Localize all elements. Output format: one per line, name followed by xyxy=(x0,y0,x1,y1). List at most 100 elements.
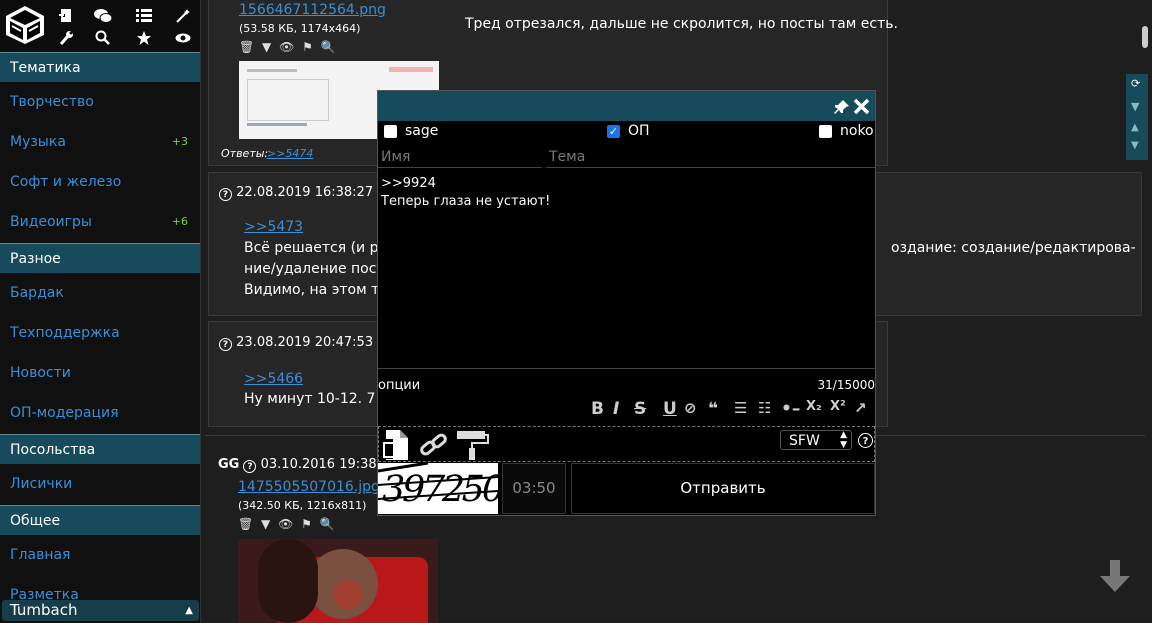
attachment-dropzone[interactable]: SFW ▲ ▼ ? xyxy=(378,426,875,462)
section-label: Посольства xyxy=(10,442,96,458)
sidebar-item-novosti[interactable]: Новости xyxy=(0,353,200,393)
arrow-down-icon[interactable]: ▼ xyxy=(1131,100,1139,113)
file-link[interactable]: 1566467112564.png xyxy=(239,2,386,18)
file-actions[interactable]: 🗑 ▼ 👁 ⚑ 🔍 xyxy=(238,517,337,531)
new-posts-count: +6 xyxy=(171,215,188,228)
section-label: Общее xyxy=(10,513,61,529)
post-message-line: ние/удаление поста xyxy=(244,261,394,277)
star-icon[interactable] xyxy=(134,28,154,48)
sidebar-item-label: Техподдержка xyxy=(10,325,120,341)
arrow-up-icon[interactable]: ▲ xyxy=(1131,122,1139,133)
share-icon[interactable]: ↗ xyxy=(854,399,867,419)
poster-name: GG xyxy=(218,457,240,472)
scroll-down-icon[interactable] xyxy=(1100,560,1130,592)
post-message-line: Ну минут 10-12. 7 и xyxy=(244,391,390,407)
board-select[interactable]: Tumbach ▲ xyxy=(2,600,199,621)
sidebar-item-tvorchestvo[interactable]: Творчество xyxy=(0,82,200,122)
quote-icon[interactable]: ❝ xyxy=(708,399,718,419)
select-arrows-icon: ▲ ▼ xyxy=(840,430,847,450)
post-message-line: Всё решается (и ре xyxy=(244,240,388,256)
file-link[interactable]: 1475505507016.jpg xyxy=(238,479,380,495)
logo-cube-icon[interactable] xyxy=(4,4,46,46)
reply-link[interactable]: >>5474 xyxy=(267,147,313,160)
reply-link[interactable]: >>5466 xyxy=(244,371,303,387)
section-obshchee: Общее xyxy=(0,505,200,535)
spoiler-icon[interactable]: ⊘ xyxy=(684,399,697,419)
close-icon[interactable] xyxy=(853,98,870,115)
sidebar-item-tehpodderzhka[interactable]: Техподдержка xyxy=(0,313,200,353)
list-icon[interactable] xyxy=(134,6,154,26)
strike-button[interactable]: S xyxy=(634,399,646,419)
post-header: ? 22.08.2019 16:38:27 xyxy=(219,185,373,201)
wrench-icon[interactable] xyxy=(56,28,76,48)
sidebar-item-bardak[interactable]: Бардак xyxy=(0,273,200,313)
reply-link[interactable]: >>5473 xyxy=(244,219,303,235)
scrollbar-thumb[interactable] xyxy=(1142,26,1148,48)
noko-checkbox[interactable] xyxy=(819,125,832,138)
refresh-icon[interactable]: ⟳ xyxy=(1131,78,1143,90)
sidebar-item-soft[interactable]: Софт и железо xyxy=(0,162,200,202)
arrow-bottom-icon[interactable]: ▼ xyxy=(1131,140,1139,151)
chat-icon[interactable] xyxy=(93,6,113,26)
char-counter: 31/15000 xyxy=(817,378,876,392)
superscript-icon[interactable]: X² xyxy=(830,399,846,419)
subject-field[interactable]: Тема xyxy=(546,146,875,168)
subscript-icon[interactable]: X₂ xyxy=(806,399,822,419)
image-thumbnail[interactable] xyxy=(238,539,438,623)
toolbar xyxy=(0,0,200,50)
sidebar-item-muzyka[interactable]: Музыка +3 xyxy=(0,122,200,162)
sidebar-item-label: Новости xyxy=(10,365,71,381)
noko-label: noko xyxy=(840,123,874,139)
submit-button[interactable]: Отправить xyxy=(571,463,875,514)
section-raznoe: Разное xyxy=(0,243,200,273)
op-checkbox[interactable]: ✓ xyxy=(607,125,620,138)
italic-button[interactable]: I xyxy=(613,399,619,419)
bullet-list-icon[interactable]: ☰ xyxy=(734,399,747,419)
captcha-image[interactable]: 397250 xyxy=(378,463,498,514)
paint-roller-icon[interactable] xyxy=(455,430,489,460)
eye-icon[interactable] xyxy=(173,28,193,48)
question-icon: ? xyxy=(243,460,257,473)
name-field[interactable]: Имя xyxy=(378,146,542,168)
underline-button[interactable]: U xyxy=(663,399,677,419)
post-message: Тред отрезался, дальше не скролится, но … xyxy=(465,16,898,32)
file-info: (53.58 КБ, 1174x464) xyxy=(239,22,361,35)
sidebar-item-label: ОП-модерация xyxy=(10,405,119,421)
post-message-line: Видимо, на этом тр xyxy=(244,282,389,298)
captcha-timer: 03:50 xyxy=(502,463,566,514)
sidebar-item-label: Бардак xyxy=(10,285,64,301)
file-actions[interactable]: 🗑 ▼ 👁 ⚑ 🔍 xyxy=(239,40,338,54)
file-upload-icon[interactable] xyxy=(383,429,413,461)
board-select-value: Tumbach xyxy=(10,601,78,619)
pin-icon[interactable] xyxy=(834,99,850,115)
link-icon[interactable] xyxy=(419,431,449,459)
help-icon[interactable]: ? xyxy=(858,433,873,448)
reply-form: sage ✓ ОП noko Имя Тема >>9924 Теперь гл… xyxy=(377,90,876,516)
options-toggle[interactable]: опции xyxy=(378,378,420,393)
search-icon[interactable] xyxy=(93,28,113,48)
hr-icon[interactable]: •– xyxy=(781,399,800,419)
sidebar-item-videoigry[interactable]: Видеоигры +6 xyxy=(0,202,200,242)
question-icon: ? xyxy=(219,338,232,351)
rating-select[interactable]: SFW ▲ ▼ xyxy=(780,430,852,450)
sidebar-item-label: Главная xyxy=(10,547,71,563)
new-post-icon[interactable] xyxy=(56,6,76,26)
sage-label: sage xyxy=(405,123,439,139)
magic-wand-icon[interactable] xyxy=(173,6,193,26)
sidebar-item-op-moderaciya[interactable]: ОП-модерация xyxy=(0,393,200,433)
sage-checkbox[interactable] xyxy=(384,125,397,138)
op-label: ОП xyxy=(628,123,650,139)
message-textarea[interactable]: >>9924 Теперь глаза не устают! xyxy=(378,173,875,369)
sidebar-item-lisichki[interactable]: Лисички xyxy=(0,464,200,504)
sidebar-item-label: Творчество xyxy=(10,94,94,110)
bold-button[interactable]: B xyxy=(591,399,604,419)
section-posolstva: Посольства xyxy=(0,434,200,464)
sidebar-item-glavnaya[interactable]: Главная xyxy=(0,535,200,575)
reply-form-header[interactable] xyxy=(378,91,875,121)
rating-value: SFW xyxy=(789,433,820,449)
replies-label: Ответы: xyxy=(221,147,269,160)
section-tematika: Тематика xyxy=(0,52,200,82)
numbered-list-icon[interactable]: ☷ xyxy=(758,399,771,419)
post-date: 23.08.2019 20:47:53 xyxy=(236,335,374,350)
captcha-text: 397250 xyxy=(378,469,498,510)
